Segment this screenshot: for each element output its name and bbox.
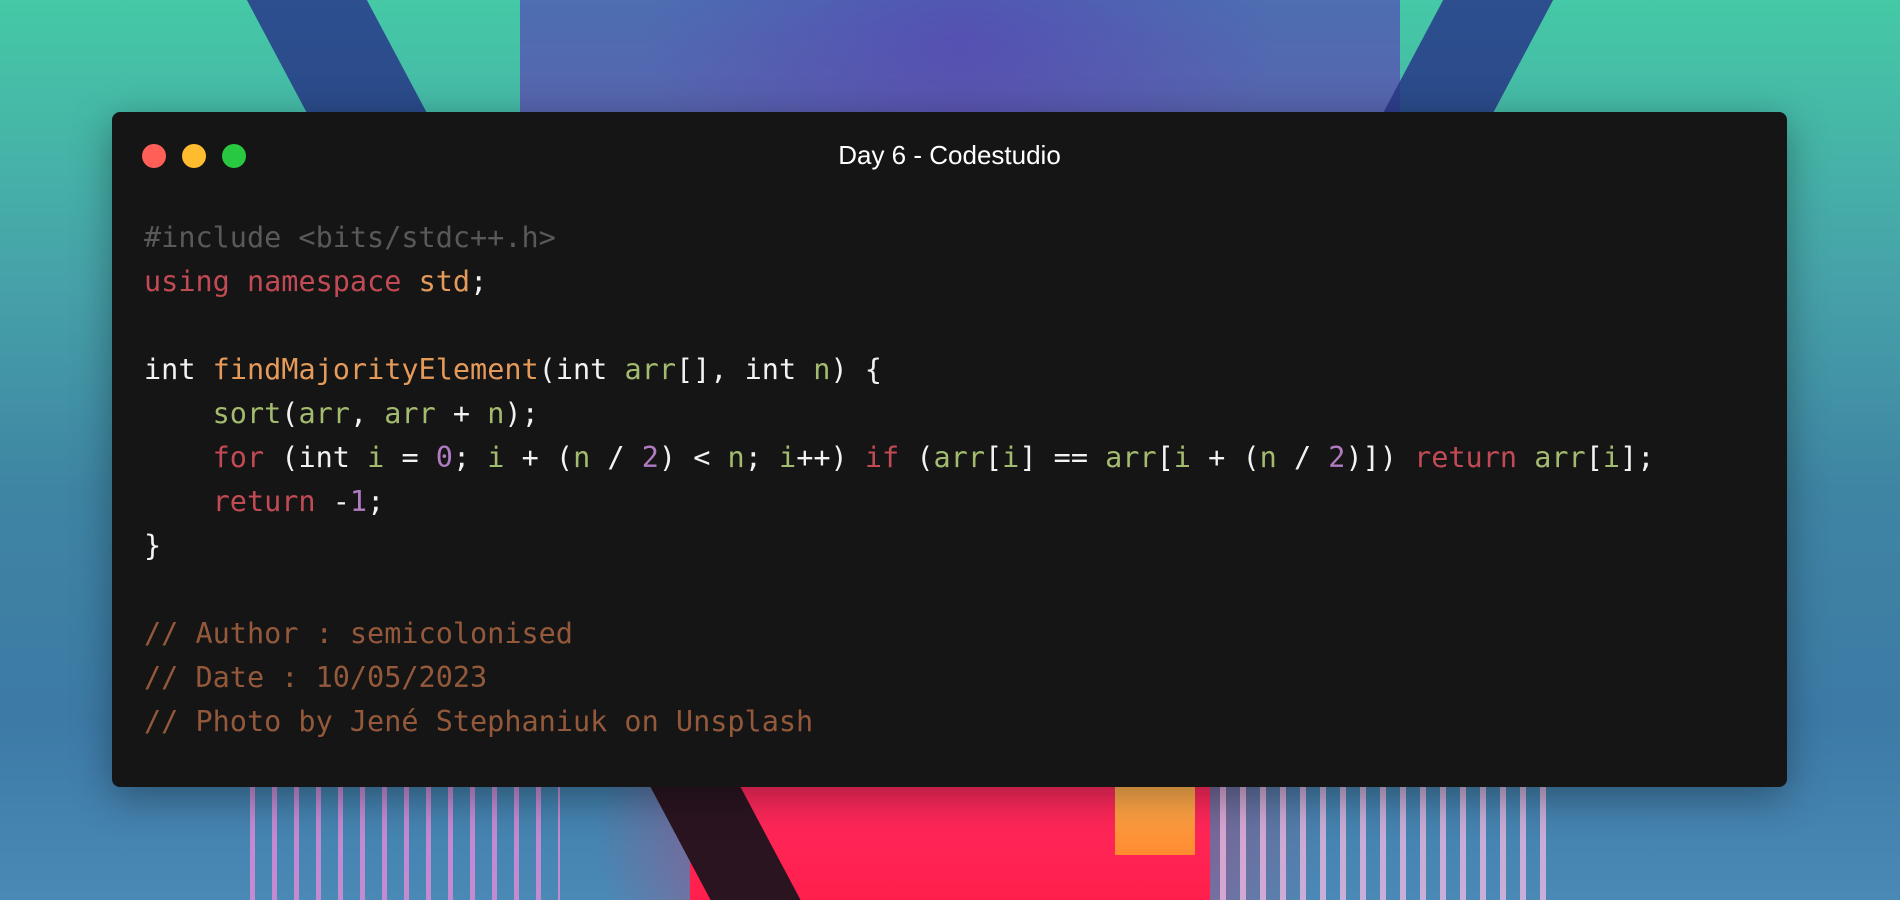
code-token: arr — [624, 353, 676, 386]
code-token: std — [418, 265, 471, 298]
code-window: Day 6 - Codestudio #include <bits/stdc++… — [112, 112, 1787, 787]
code-token: + ( — [504, 441, 574, 474]
code-token: n — [487, 397, 505, 430]
code-token: namespace — [246, 265, 402, 298]
code-token: ; — [367, 485, 385, 518]
code-token: [ — [1585, 441, 1603, 474]
code-token: ]; — [1620, 441, 1655, 474]
code-token: i — [1602, 441, 1621, 474]
code-token: } — [144, 529, 162, 562]
code-token: ; — [744, 441, 780, 474]
code-token: // Author : semicolonised — [144, 617, 573, 650]
code-token: 0 — [435, 441, 453, 474]
code-token: i — [367, 441, 385, 474]
code-token: ; — [452, 441, 488, 474]
background-pillars-right — [1200, 785, 1560, 900]
code-token: = — [384, 441, 436, 474]
code-token: n — [573, 441, 591, 474]
code-token: [], — [675, 353, 745, 386]
code-token: i — [1173, 441, 1191, 474]
code-token: int — [298, 441, 350, 474]
code-token: if — [864, 441, 900, 474]
code-token: [ — [1156, 441, 1174, 474]
code-token: ++) — [796, 441, 865, 474]
code-line: // Date : 10/05/2023 — [144, 656, 1654, 700]
code-token: ); — [504, 397, 539, 430]
code-token: sort — [212, 397, 282, 430]
code-token: n — [813, 353, 831, 386]
code-token: , — [349, 397, 385, 430]
code-token: [ — [985, 441, 1003, 474]
title-bar: Day 6 - Codestudio — [112, 112, 1787, 196]
code-token: arr — [1105, 441, 1157, 474]
code-token: ( — [281, 397, 299, 430]
code-token: ) < — [658, 441, 728, 474]
code-token: n — [1259, 441, 1277, 474]
code-token: arr — [298, 397, 350, 430]
code-token: ( — [899, 441, 934, 474]
code-token: - — [315, 485, 350, 518]
code-token: int — [555, 353, 608, 386]
background-floor-shadow — [649, 785, 801, 900]
code-token: return — [1414, 441, 1518, 474]
code-line: for (int i = 0; i + (n / 2) < n; i++) if… — [144, 436, 1655, 480]
code-token: int — [744, 353, 797, 386]
code-token: n — [727, 441, 745, 474]
background-ceiling — [520, 0, 1400, 115]
code-token: ( — [264, 441, 299, 474]
code-token: ] == — [1019, 441, 1106, 474]
code-token: arr — [1534, 441, 1586, 474]
code-token: + ( — [1190, 441, 1260, 474]
code-token: // Date : 10/05/2023 — [144, 661, 488, 694]
background-pillars-left — [250, 785, 560, 900]
code-line: // Photo by Jené Stephaniuk on Unsplash — [144, 700, 1654, 744]
code-token: arr — [384, 397, 436, 430]
window-title: Day 6 - Codestudio — [838, 140, 1061, 170]
code-token: #include <bits/stdc++.h> — [144, 221, 556, 254]
code-block: #include <bits/stdc++.h> using namespace … — [144, 216, 1654, 744]
code-token: findMajorityElement — [212, 353, 539, 386]
code-line: int findMajorityElement(int arr[], int n… — [144, 348, 1654, 392]
code-token: 1 — [349, 485, 368, 518]
code-token: ( — [538, 353, 556, 386]
code-line: return -1; — [144, 480, 1654, 524]
code-line: #include <bits/stdc++.h> — [144, 216, 1654, 260]
code-token: return — [212, 485, 316, 518]
code-line: sort(arr, arr + n); — [144, 392, 1654, 436]
code-token: ; — [470, 265, 488, 298]
code-token: using — [144, 265, 230, 298]
code-token: 2 — [1328, 441, 1346, 474]
background-floor — [690, 785, 1210, 900]
code-line: // Author : semicolonised — [144, 612, 1654, 656]
code-token: + — [435, 397, 488, 430]
code-token: for — [212, 441, 265, 474]
code-token: int — [144, 353, 196, 386]
background-glow — [1115, 785, 1195, 855]
code-token: / — [1276, 441, 1329, 474]
code-token: // Photo by Jené Stephaniuk on Unsplash — [144, 705, 814, 738]
code-token: i — [1002, 441, 1020, 474]
code-line: using namespace std; — [144, 260, 1654, 304]
code-token: ) { — [830, 353, 882, 386]
code-token: )]) — [1345, 441, 1415, 474]
code-token: i — [487, 441, 505, 474]
code-token: arr — [933, 441, 985, 474]
code-token: i — [779, 441, 797, 474]
code-token: / — [590, 441, 642, 474]
code-line: } — [144, 524, 1654, 568]
code-token: 2 — [641, 441, 659, 474]
